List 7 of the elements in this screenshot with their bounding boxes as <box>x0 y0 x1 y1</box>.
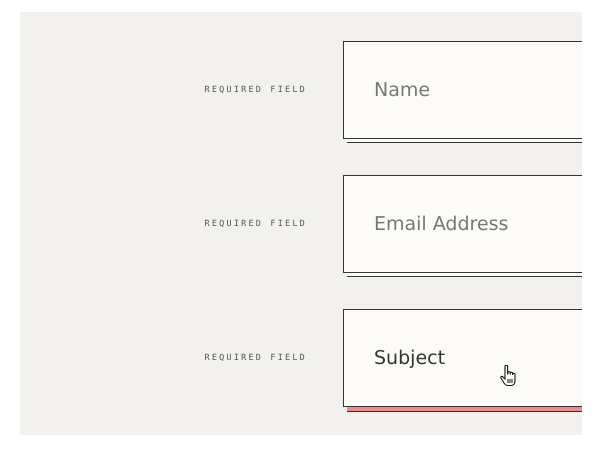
field-label: REQUIRED FIELD <box>204 219 307 229</box>
hand-cursor-icon <box>500 365 516 387</box>
text-field[interactable]: Name <box>343 41 582 139</box>
field-label: REQUIRED FIELD <box>204 85 307 95</box>
text-field[interactable]: Email Address <box>343 175 582 273</box>
text-field[interactable]: Subject <box>343 309 582 407</box>
field-label: REQUIRED FIELD <box>204 353 307 363</box>
